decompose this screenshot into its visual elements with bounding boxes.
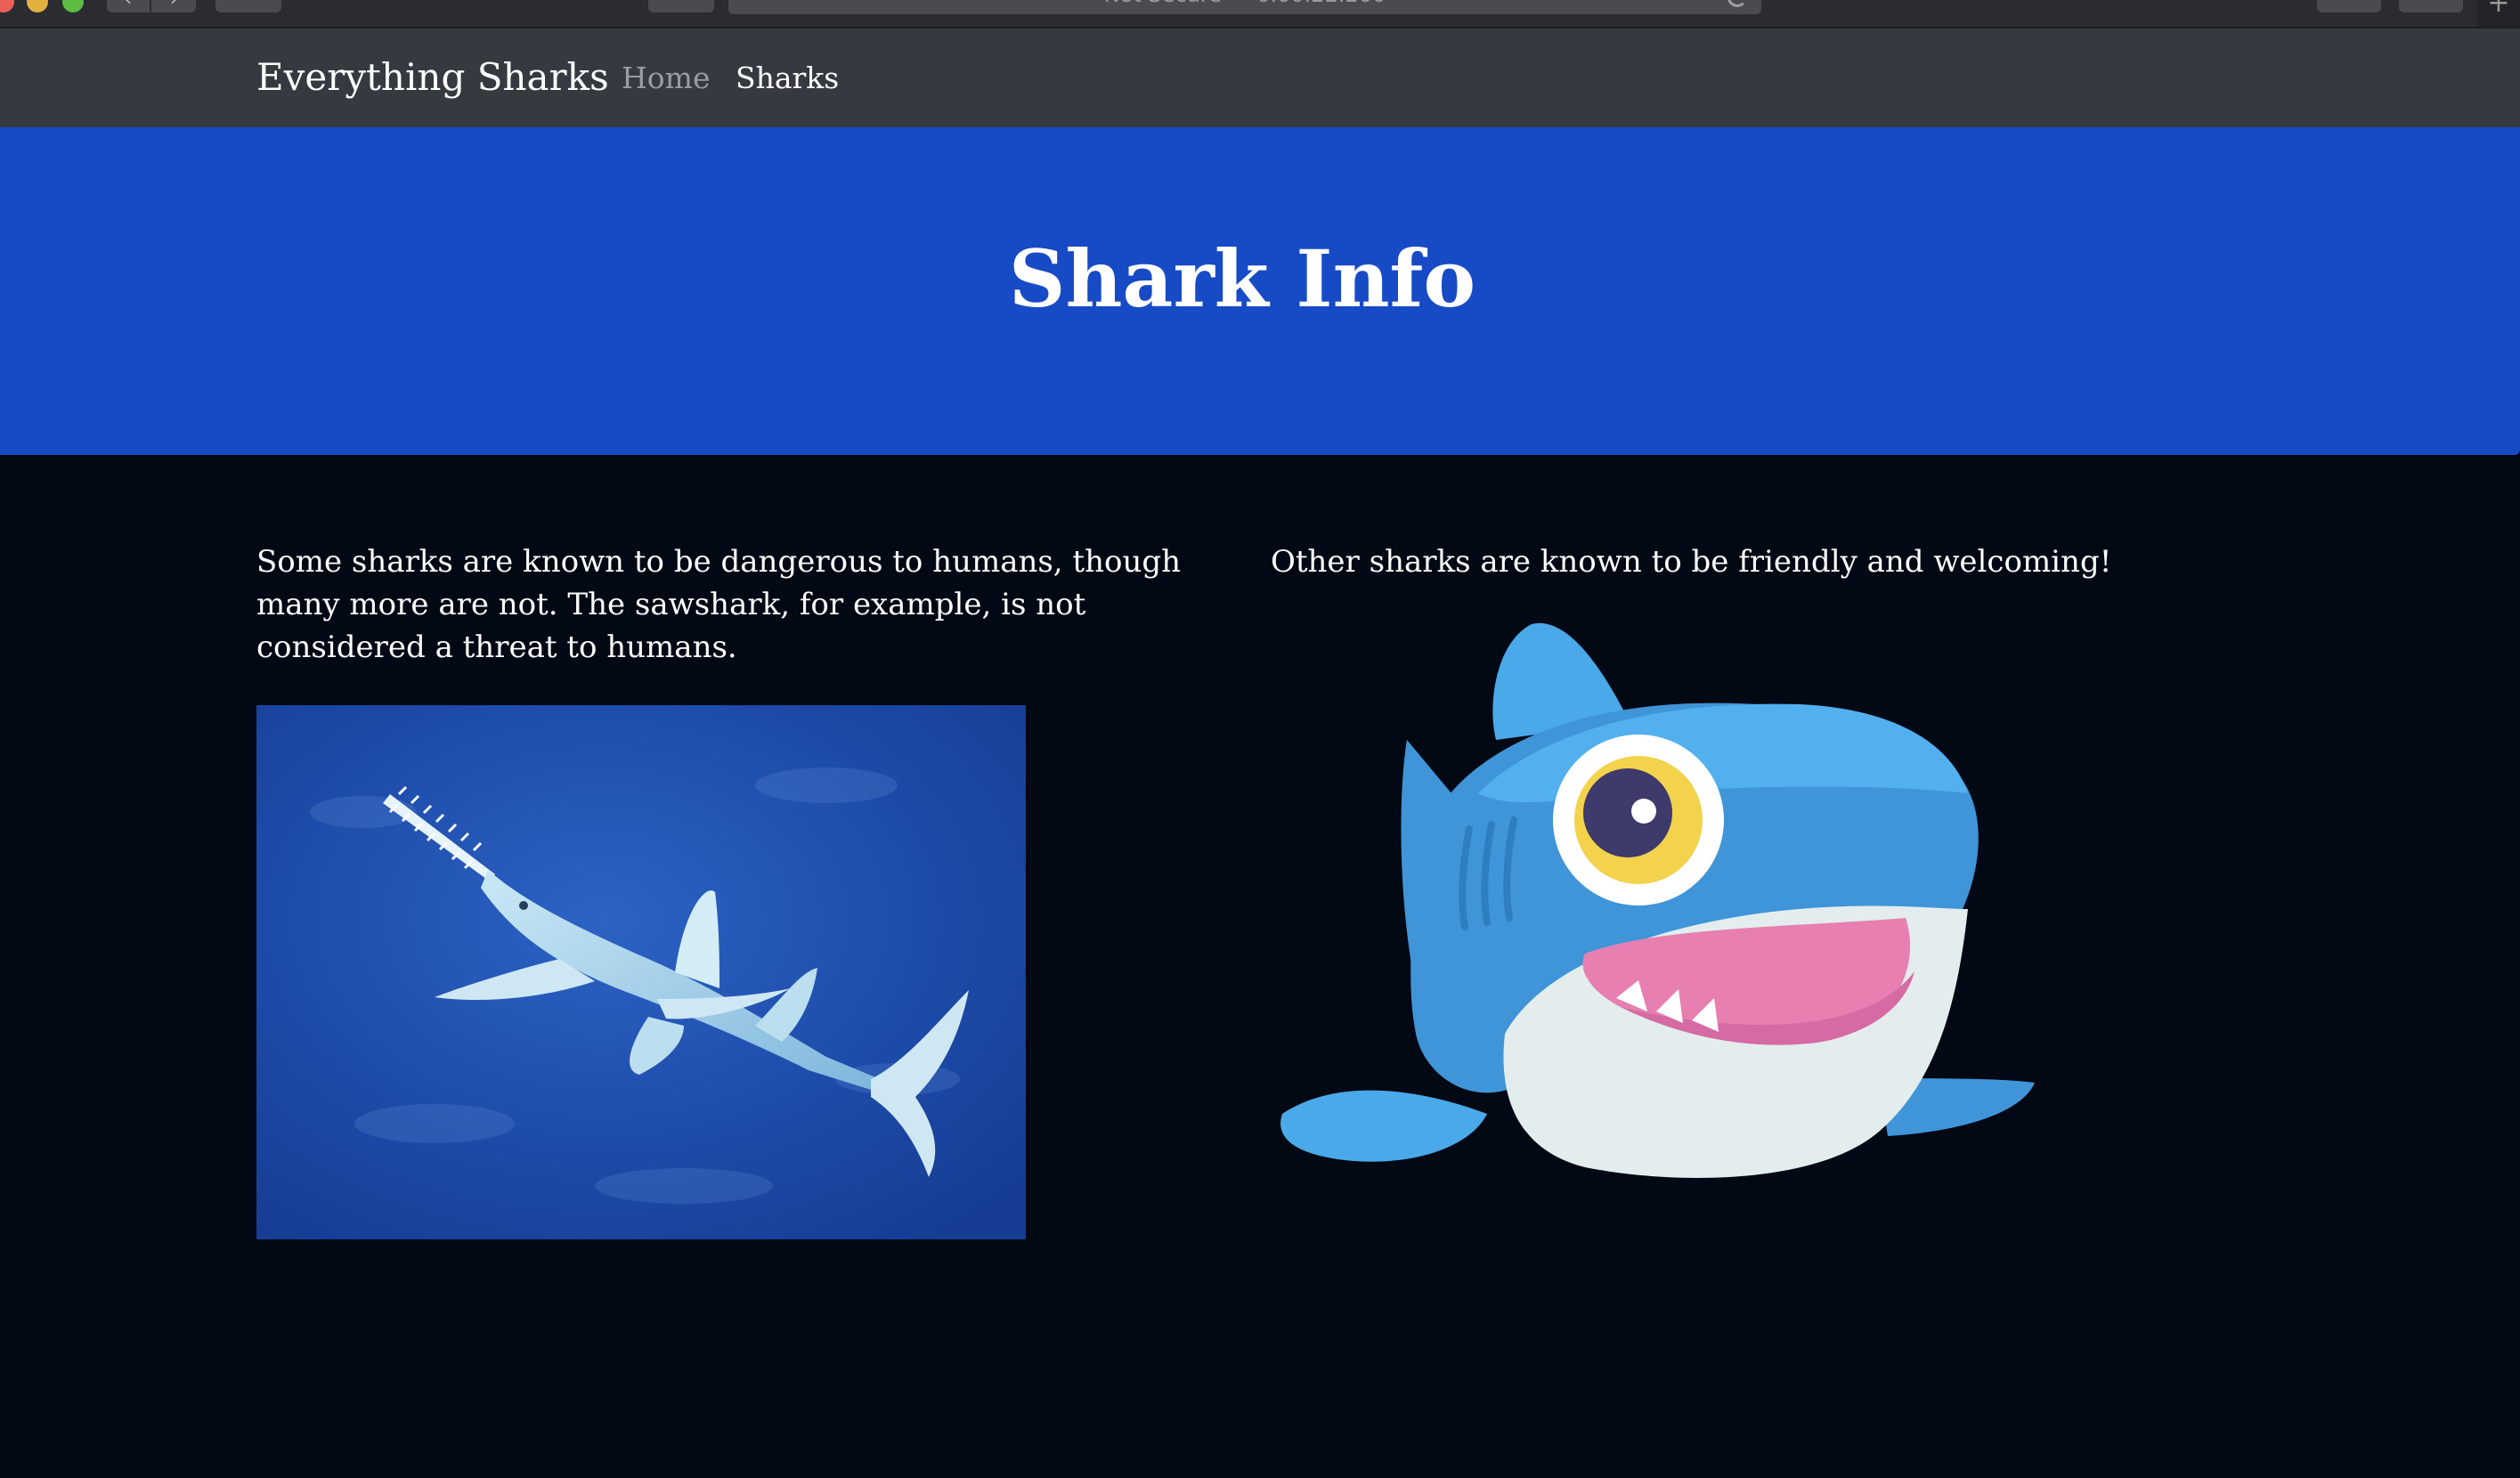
new-tab-button[interactable]: +: [2477, 0, 2520, 27]
minimize-window-button[interactable]: [27, 0, 48, 12]
privacy-shield-button[interactable]: [648, 0, 714, 12]
main-content: Some sharks are known to be dangerous to…: [0, 455, 2520, 1478]
browser-toolbar: ‹ › Not Secure — 0.00.22.200 +: [0, 0, 2520, 28]
address-bar[interactable]: Not Secure — 0.00.22.200: [728, 0, 1761, 14]
address-text: Not Secure — 0.00.22.200: [1104, 0, 1386, 7]
back-button[interactable]: ‹: [107, 0, 150, 12]
nav-link-sharks[interactable]: Sharks: [736, 61, 839, 95]
zoom-window-button[interactable]: [62, 0, 84, 12]
forward-button[interactable]: ›: [151, 0, 196, 12]
hero-banner: Shark Info: [0, 127, 2520, 455]
left-column-text: Some sharks are known to be dangerous to…: [256, 544, 1182, 665]
reload-icon[interactable]: [1727, 0, 1747, 7]
share-button[interactable]: [2317, 0, 2381, 12]
brand-link[interactable]: Everything Sharks: [256, 55, 609, 99]
cartoon-shark-illustration: [1264, 615, 2048, 1185]
sidebar-toggle-button[interactable]: [215, 0, 281, 12]
nav-link-home[interactable]: Home: [622, 61, 710, 95]
sawshark-photo: [256, 705, 1026, 1239]
close-window-button[interactable]: [0, 0, 14, 12]
right-column-text: Other sharks are known to be friendly an…: [1271, 544, 2112, 580]
page-title: Shark Info: [1008, 232, 1476, 325]
site-navbar: Everything Sharks Home Sharks: [0, 28, 2520, 127]
show-tabs-button[interactable]: [2399, 0, 2463, 12]
